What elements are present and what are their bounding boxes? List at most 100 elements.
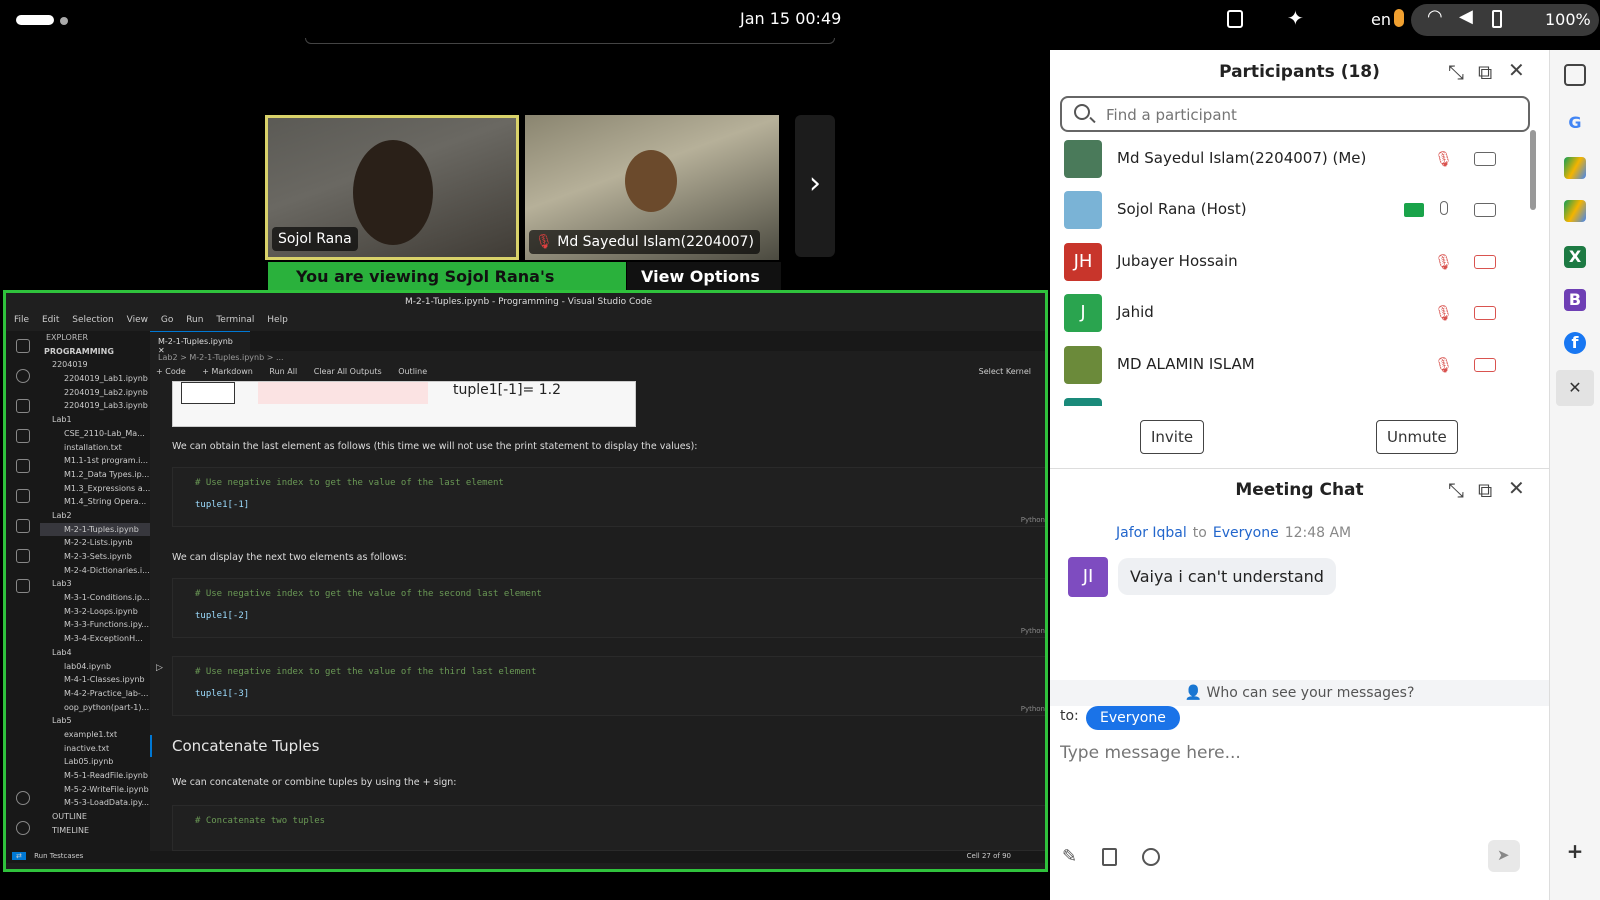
explorer-folder[interactable]: OUTLINE (40, 810, 150, 824)
code-cell[interactable]: # Use negative index to get the value of… (172, 578, 1045, 638)
format-icon[interactable]: ✎ (1062, 846, 1077, 867)
menu-view[interactable]: View (127, 315, 148, 325)
explorer-file[interactable]: 2204019_Lab3.ipynb (40, 399, 150, 413)
explorer-file[interactable]: M-4-1-Classes.ipynb (40, 673, 150, 687)
run-debug-icon[interactable] (16, 429, 30, 443)
run-all-button[interactable]: Run All (269, 367, 297, 376)
menu-help[interactable]: Help (267, 315, 288, 325)
explorer-file[interactable]: 2204019_Lab1.ipynb (40, 372, 150, 386)
sidebar-toggle-icon[interactable] (1564, 64, 1586, 86)
explorer-folder[interactable]: Lab1 (40, 413, 150, 427)
breadcrumb[interactable]: Lab2 > M-2-1-Tuples.ipynb > ... (158, 353, 284, 362)
explorer-file[interactable]: M1.4_String Opera... (40, 495, 150, 509)
explorer-folder[interactable]: Lab3 (40, 577, 150, 591)
explorer-file[interactable]: M-2-2-Lists.ipynb (40, 536, 150, 550)
video-tile-md-sayedul-islam[interactable]: 🎙 Md Sayedul Islam(2204007) (525, 115, 779, 260)
explorer-file[interactable]: M-5-1-ReadFile.ipynb (40, 769, 150, 783)
status-cell-position[interactable]: Cell 27 of 90 (967, 852, 1011, 860)
shared-screen[interactable]: M-2-1-Tuples.ipynb - Programming - Visua… (3, 290, 1048, 872)
code-cell[interactable]: # Use negative index to get the value of… (172, 467, 1045, 527)
testing-icon[interactable] (16, 519, 30, 533)
camera-off-icon[interactable] (1474, 306, 1496, 320)
explorer-file[interactable]: inactive.txt (40, 742, 150, 756)
google-drive-icon[interactable] (1564, 200, 1586, 222)
clear-outputs-button[interactable]: Clear All Outputs (314, 367, 382, 376)
participant-row[interactable]: Md Sayedul Islam(2204007) (Me) 🎙 (1050, 134, 1549, 185)
minimize-icon[interactable]: ⤡ (1448, 478, 1464, 502)
explorer-folder[interactable]: Lab5 (40, 714, 150, 728)
extensions-icon[interactable] (16, 459, 30, 473)
message-sender[interactable]: Jafor Iqbal (1116, 525, 1187, 541)
explorer-file[interactable]: M1.1-1st program.i... (40, 454, 150, 468)
recipient-selector[interactable]: Everyone (1086, 706, 1180, 730)
invite-button[interactable]: Invite (1140, 420, 1205, 454)
editor-tab[interactable]: M-2-1-Tuples.ipynb ✕ (150, 331, 250, 355)
settings-gear-icon[interactable] (16, 821, 30, 835)
explorer-file[interactable]: M-3-3-Functions.ipy... (40, 618, 150, 632)
add-code-button[interactable]: + Code (156, 367, 186, 376)
message-recipient[interactable]: Everyone (1213, 525, 1279, 541)
explorer-file[interactable]: installation.txt (40, 441, 150, 455)
explorer-file[interactable]: M-5-3-LoadData.ipy... (40, 796, 150, 810)
keyboard-language[interactable]: en (1371, 10, 1391, 29)
explorer-file[interactable]: lab04.ipynb (40, 660, 150, 674)
camera-off-icon[interactable] (1474, 358, 1496, 372)
explorer-file[interactable]: M-5-2-WriteFile.ipynb (40, 783, 150, 797)
explorer-file[interactable]: Lab05.ipynb (40, 755, 150, 769)
participant-row[interactable]: Sojol Rana (Host) (1050, 185, 1549, 236)
participant-search-input[interactable] (1106, 104, 1506, 126)
explorer-file[interactable]: M-3-1-Conditions.ip... (40, 591, 150, 605)
explorer-file[interactable]: 2204019_Lab2.ipynb (40, 386, 150, 400)
mic-muted-icon[interactable]: 🎙 (1434, 150, 1453, 168)
remote-indicator[interactable]: ⇄ (12, 852, 26, 860)
camera-icon[interactable] (1474, 203, 1496, 217)
status-run-testcases[interactable]: Run Testcases (34, 852, 83, 860)
menu-file[interactable]: File (14, 315, 29, 325)
participants-scrollbar[interactable] (1530, 130, 1536, 210)
explorer-file[interactable]: oop_python(part-1)... (40, 701, 150, 715)
mic-muted-icon[interactable]: 🎙 (1434, 253, 1453, 271)
explorer-file[interactable]: M-2-4-Dictionaries.i... (40, 564, 150, 578)
explorer-file[interactable]: M-3-4-ExceptionH... (40, 632, 150, 646)
explorer-folder[interactable]: 2204019 (40, 358, 150, 372)
mic-icon[interactable] (1440, 201, 1448, 215)
close-icon[interactable]: ✕ (1508, 476, 1525, 500)
camera-off-icon[interactable] (1474, 255, 1496, 269)
remote-explorer-icon[interactable] (16, 489, 30, 503)
docker-icon[interactable] (16, 549, 30, 563)
activities-indicator[interactable] (16, 15, 54, 25)
clipboard-icon[interactable] (1227, 10, 1243, 28)
explorer-icon[interactable] (16, 339, 30, 353)
explorer-file[interactable]: M-2-1-Tuples.ipynb (40, 522, 150, 537)
add-icon[interactable]: + (1564, 840, 1586, 862)
python-icon[interactable] (16, 579, 30, 593)
google-drive-icon[interactable] (1564, 157, 1586, 179)
excel-icon[interactable]: X (1564, 246, 1586, 268)
view-options-button[interactable]: View Options ⌄ (627, 262, 781, 305)
select-kernel-button[interactable]: Select Kernel (979, 367, 1031, 376)
clock[interactable]: Jan 15 00:49 (740, 9, 841, 28)
camera-icon[interactable] (1474, 152, 1496, 166)
chat-message-input[interactable] (1060, 738, 1530, 768)
participant-row[interactable]: MD ALAMIN ISLAM 🎙 (1050, 340, 1549, 391)
search-icon[interactable] (16, 369, 30, 383)
participant-row[interactable]: J Jahid 🎙 (1050, 288, 1549, 339)
video-tile-sojol-rana[interactable]: Sojol Rana (265, 115, 519, 260)
close-icon[interactable]: ✕ (1556, 370, 1594, 406)
participant-row[interactable]: JH Jubayer Hossain 🎙 (1050, 237, 1549, 288)
account-icon[interactable] (16, 791, 30, 805)
explorer-folder[interactable]: Lab4 (40, 646, 150, 660)
emoji-icon[interactable] (1142, 848, 1160, 866)
mic-muted-icon[interactable]: 🎙 (1434, 356, 1453, 374)
next-videos-button[interactable]: › (795, 115, 835, 257)
menu-run[interactable]: Run (186, 315, 203, 325)
participant-search[interactable] (1060, 96, 1530, 132)
explorer-root[interactable]: PROGRAMMING (40, 345, 150, 359)
code-cell[interactable]: # Use negative index to get the value of… (172, 656, 1045, 716)
menu-selection[interactable]: Selection (72, 315, 113, 325)
outline-button[interactable]: Outline (398, 367, 427, 376)
explorer-file[interactable]: M-3-2-Loops.ipynb (40, 605, 150, 619)
close-icon[interactable]: ✕ (1508, 58, 1525, 82)
explorer-file[interactable]: CSE_2110-Lab_Ma... (40, 427, 150, 441)
menu-go[interactable]: Go (161, 315, 173, 325)
